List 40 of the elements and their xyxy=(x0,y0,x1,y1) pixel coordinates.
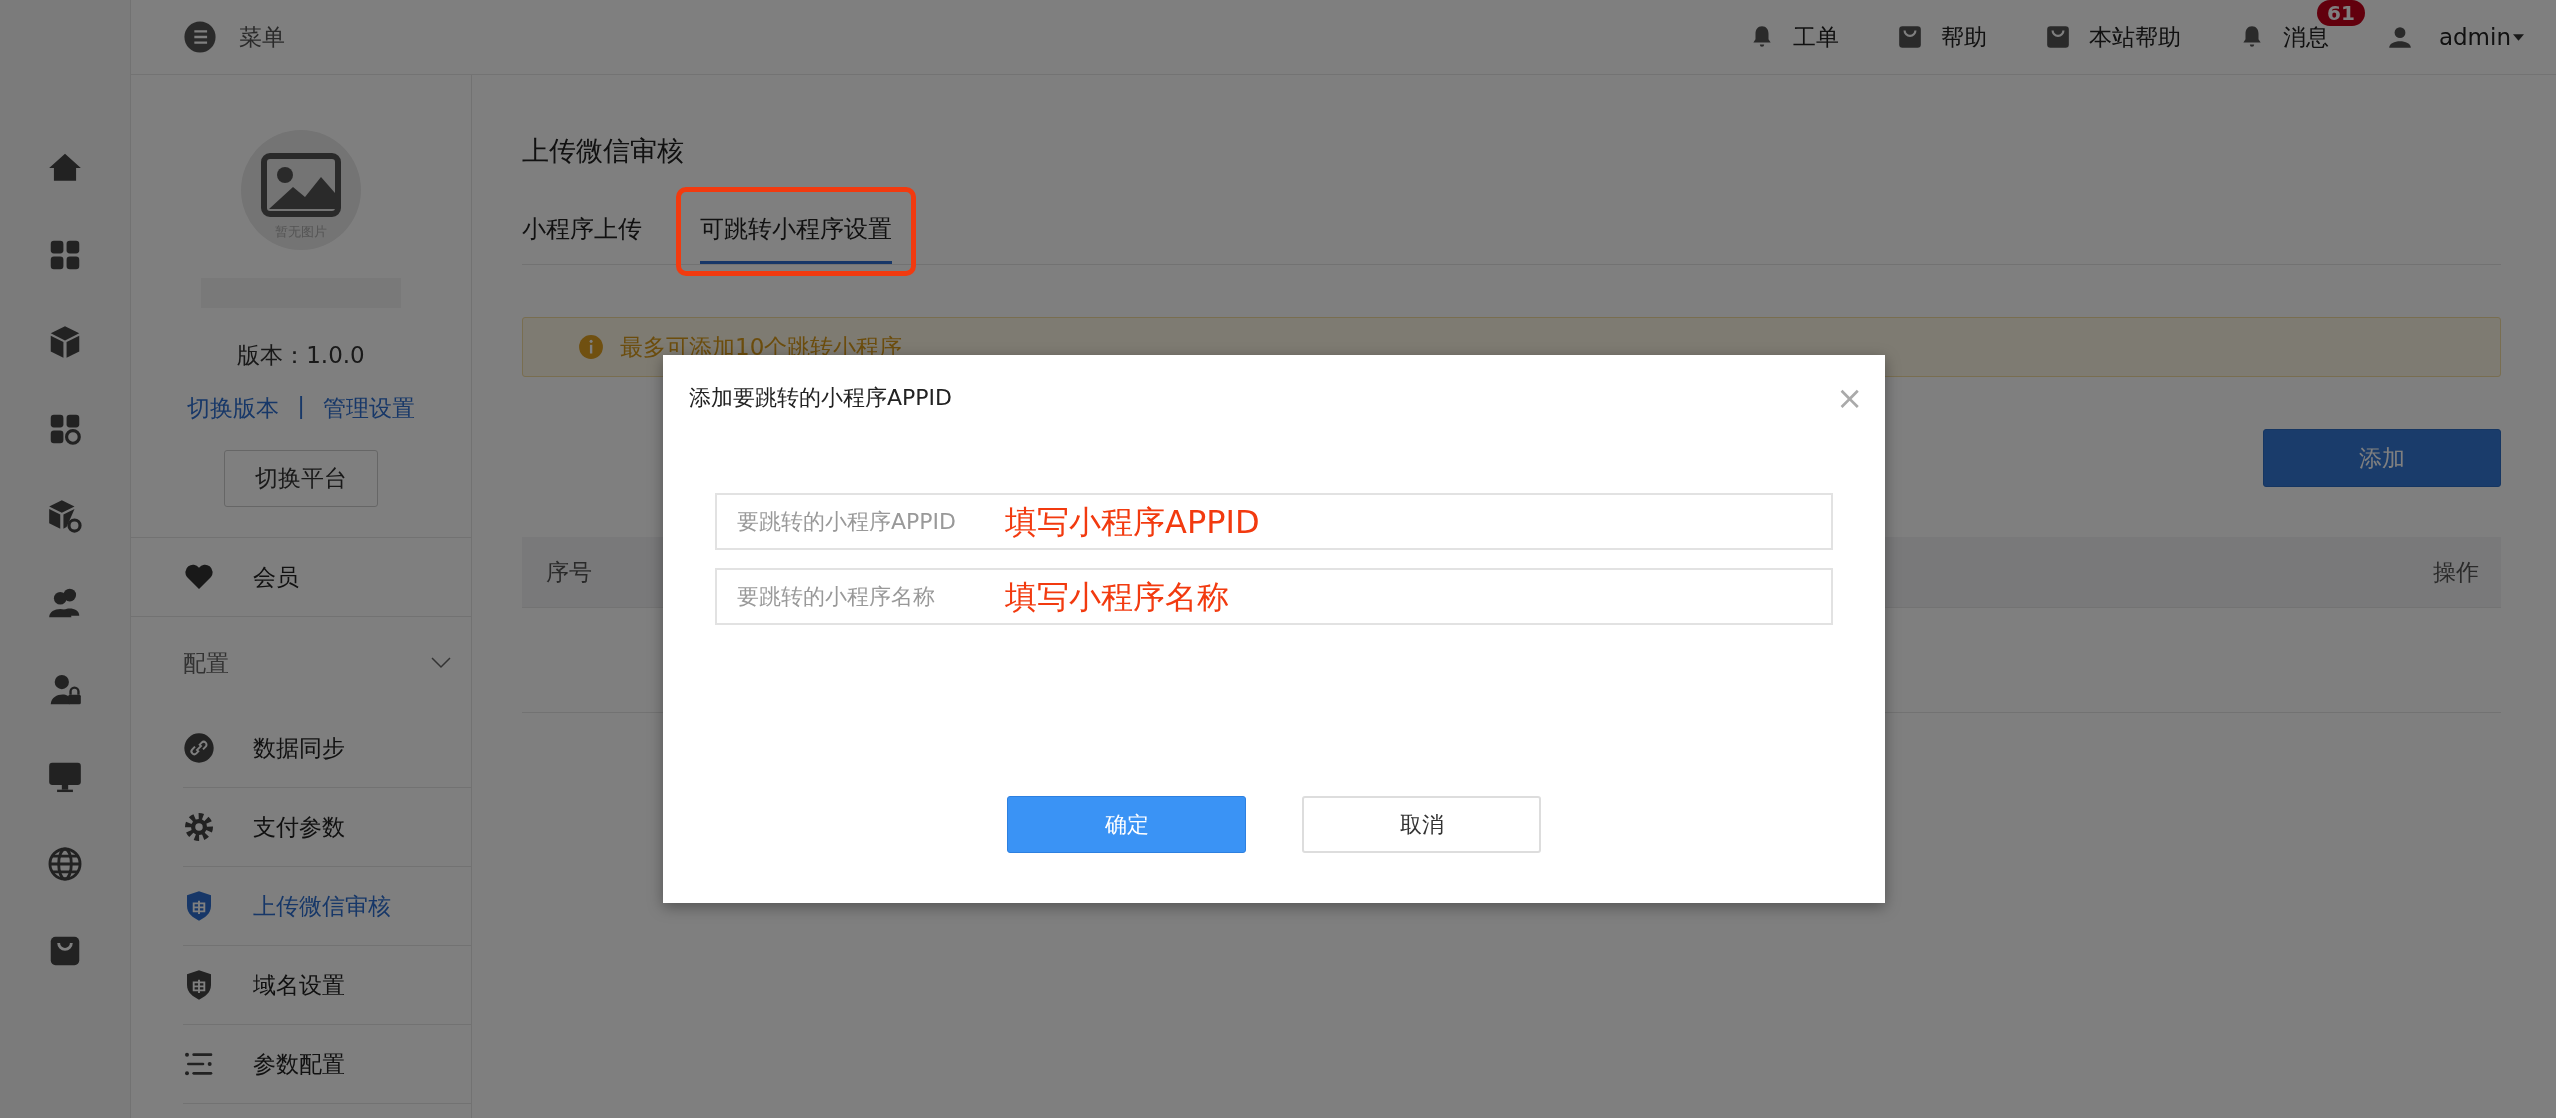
menu-item[interactable]: 上传微信审核 xyxy=(183,867,471,946)
top-link[interactable]: 帮助 xyxy=(1940,21,1987,53)
bag-icon[interactable] xyxy=(2044,24,2071,50)
user-menu[interactable]: admin xyxy=(2438,24,2511,50)
section-header[interactable]: 配置 xyxy=(131,617,471,709)
top-link[interactable]: 本站帮助 xyxy=(2088,21,2181,53)
page-title: 上传微信审核 xyxy=(522,134,685,168)
link-icon xyxy=(183,732,215,764)
info-icon xyxy=(578,334,604,360)
bag-icon[interactable] xyxy=(1896,24,1923,50)
confirm-button[interactable]: 确定 xyxy=(1007,796,1246,853)
menu-item[interactable]: 域名设置 xyxy=(183,946,471,1025)
menu-item[interactable]: 会员 xyxy=(131,538,471,617)
tab[interactable]: 小程序上传 xyxy=(522,209,642,264)
annotation-text: 填写小程序名称 xyxy=(1005,577,1229,618)
menu-item[interactable]: 数据同步 xyxy=(183,709,471,788)
link-separator: | xyxy=(297,393,305,421)
menu-item[interactable]: 支付参数 xyxy=(183,788,471,867)
version-text: 版本：1.0.0 xyxy=(237,341,365,370)
chevron-icon xyxy=(431,657,451,669)
column-header: 操作 xyxy=(2433,557,2479,587)
cancel-button[interactable]: 取消 xyxy=(1302,796,1541,853)
menu-icon[interactable] xyxy=(183,20,217,54)
menu-label[interactable]: 菜单 xyxy=(239,21,285,53)
column-header: 序号 xyxy=(546,557,592,587)
switch-platform-button[interactable]: 切换平台 xyxy=(224,450,378,507)
dialog-title: 添加要跳转的小程序APPID xyxy=(689,384,952,412)
image-icon xyxy=(261,153,341,217)
caret-icon[interactable] xyxy=(2513,33,2524,41)
gear-icon xyxy=(183,811,215,843)
user-icon[interactable] xyxy=(2386,24,2413,50)
menu-item[interactable]: 参数配置 xyxy=(183,1025,471,1104)
annotation-text: 填写小程序APPID xyxy=(1005,502,1260,543)
tab[interactable]: 可跳转小程序设置 xyxy=(700,209,892,264)
manage-settings-link[interactable]: 管理设置 xyxy=(322,393,415,424)
add-button[interactable]: 添加 xyxy=(2263,429,2501,487)
count-badge: 61 xyxy=(2317,0,2365,26)
section-title: 配置 xyxy=(183,648,229,678)
top-link[interactable]: 工单 xyxy=(1792,21,1839,53)
switch-version-link[interactable]: 切换版本 xyxy=(187,393,280,424)
